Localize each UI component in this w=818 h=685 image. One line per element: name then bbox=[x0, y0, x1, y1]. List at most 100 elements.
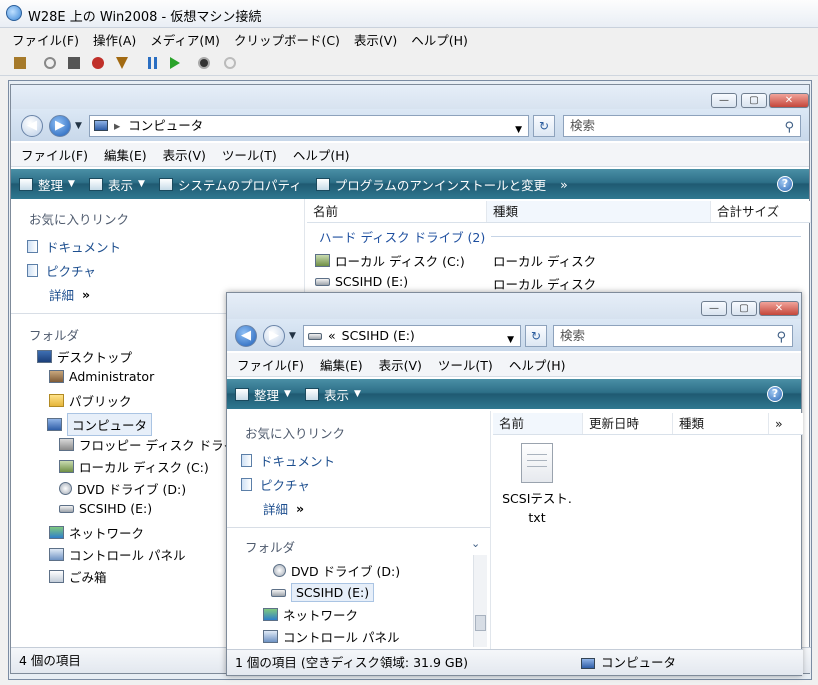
collapse-chevron-icon[interactable]: ⌄ bbox=[471, 537, 480, 550]
group-header[interactable]: ハード ディスク ドライブ (2) bbox=[319, 227, 485, 246]
column-type[interactable]: 種類 bbox=[487, 201, 711, 222]
minimize-button[interactable]: — bbox=[711, 93, 737, 108]
search-input[interactable]: 検索 ⚲ bbox=[563, 115, 801, 137]
tree-local-disk[interactable]: ローカル ディスク (C:) bbox=[59, 457, 209, 476]
menu-file[interactable]: ファイル(F) bbox=[21, 145, 88, 164]
network-icon bbox=[263, 608, 278, 621]
fav-more-link[interactable]: 詳細 » bbox=[263, 499, 304, 518]
tree-dvd[interactable]: DVD ドライブ (D:) bbox=[59, 479, 186, 498]
menu-help[interactable]: ヘルプ(H) bbox=[509, 355, 566, 374]
column-name[interactable]: 名前 bbox=[307, 201, 487, 222]
view-button[interactable]: 表示 ▼ bbox=[304, 385, 361, 404]
pause-icon[interactable] bbox=[148, 57, 157, 69]
file-item[interactable]: SCSIテスト. txt bbox=[497, 441, 577, 525]
back-button[interactable]: ◀ bbox=[21, 115, 43, 137]
scrollbar-thumb[interactable] bbox=[475, 615, 486, 631]
organize-button[interactable]: 整理 ▼ bbox=[235, 385, 291, 404]
fav-link-pictures[interactable]: ピクチャ bbox=[241, 475, 310, 494]
address-bar[interactable]: « SCSIHD (E:) ▼ bbox=[303, 325, 521, 347]
tree-network[interactable]: ネットワーク bbox=[263, 605, 358, 624]
tree-network[interactable]: ネットワーク bbox=[49, 523, 144, 542]
uninstall-programs-button[interactable]: プログラムのアンインストールと変更 bbox=[315, 175, 546, 194]
drive-row-e[interactable]: SCSIHD (E:) bbox=[315, 274, 408, 289]
tree-scrollbar[interactable] bbox=[473, 555, 487, 647]
vm-menu-help[interactable]: ヘルプ(H) bbox=[411, 30, 468, 49]
maximize-button[interactable]: ▢ bbox=[741, 93, 767, 108]
breadcrumb-chevron-icon[interactable]: ▸ bbox=[114, 118, 120, 133]
vm-menu-clipboard[interactable]: クリップボード(C) bbox=[234, 30, 340, 49]
turn-off-icon[interactable] bbox=[68, 57, 80, 69]
vm-menu-action[interactable]: 操作(A) bbox=[93, 30, 136, 49]
drive-row-c[interactable]: ローカル ディスク (C:) bbox=[315, 251, 465, 270]
tree-scsihd[interactable]: SCSIHD (E:) bbox=[59, 501, 152, 516]
maximize-button[interactable]: ▢ bbox=[731, 301, 757, 316]
tree-network-label: ネットワーク bbox=[69, 526, 145, 541]
column-name[interactable]: 名前 bbox=[493, 413, 583, 434]
tree-computer[interactable]: コンピュータ bbox=[47, 413, 153, 436]
forward-button[interactable]: ▶ bbox=[49, 115, 71, 137]
recent-pages-icon[interactable]: ▼ bbox=[75, 121, 82, 131]
search-icon[interactable]: ⚲ bbox=[776, 328, 786, 348]
menu-edit[interactable]: 編集(E) bbox=[320, 355, 363, 374]
refresh-button[interactable]: ↻ bbox=[525, 325, 547, 347]
tree-control-panel[interactable]: コントロール パネル bbox=[49, 545, 185, 564]
fav-documents-label: ドキュメント bbox=[260, 454, 336, 469]
save-icon[interactable] bbox=[116, 57, 128, 69]
vm-menu-view[interactable]: 表示(V) bbox=[354, 30, 397, 49]
fav-pictures-label: ピクチャ bbox=[260, 478, 310, 493]
tree-desktop[interactable]: デスクトップ bbox=[37, 347, 132, 366]
view-button[interactable]: 表示 ▼ bbox=[88, 175, 145, 194]
recent-pages-icon[interactable]: ▼ bbox=[289, 331, 296, 341]
fav-link-pictures[interactable]: ピクチャ bbox=[27, 261, 96, 280]
column-total-size[interactable]: 合計サイズ bbox=[711, 201, 811, 222]
ctrl-alt-del-icon[interactable] bbox=[14, 57, 26, 69]
search-icon[interactable]: ⚲ bbox=[784, 118, 794, 138]
menu-tools[interactable]: ツール(T) bbox=[222, 145, 277, 164]
help-icon[interactable]: ? bbox=[777, 176, 793, 192]
vm-menu-file[interactable]: ファイル(F) bbox=[12, 30, 79, 49]
close-button[interactable]: ✕ bbox=[769, 93, 809, 108]
menu-bar: ファイル(F) 編集(E) 表示(V) ツール(T) ヘルプ(H) bbox=[11, 143, 809, 167]
refresh-button[interactable]: ↻ bbox=[533, 115, 555, 137]
help-icon[interactable]: ? bbox=[767, 386, 783, 402]
tree-public[interactable]: パブリック bbox=[49, 391, 132, 410]
tree-scsihd[interactable]: SCSIHD (E:) bbox=[271, 583, 375, 602]
menu-view[interactable]: 表示(V) bbox=[379, 355, 422, 374]
start-icon[interactable] bbox=[44, 57, 56, 69]
search-input[interactable]: 検索 ⚲ bbox=[553, 325, 793, 347]
shutdown-icon[interactable] bbox=[92, 57, 104, 69]
menu-help[interactable]: ヘルプ(H) bbox=[293, 145, 350, 164]
organize-button[interactable]: 整理 ▼ bbox=[19, 175, 75, 194]
resume-icon[interactable] bbox=[170, 57, 180, 69]
tree-control-panel[interactable]: コントロール パネル bbox=[263, 627, 399, 646]
vm-menu-media[interactable]: メディア(M) bbox=[150, 30, 220, 49]
menu-file[interactable]: ファイル(F) bbox=[237, 355, 304, 374]
menu-tools[interactable]: ツール(T) bbox=[438, 355, 493, 374]
column-type[interactable]: 種類 bbox=[673, 413, 769, 434]
column-more[interactable]: » bbox=[769, 413, 803, 434]
tree-recycle-bin[interactable]: ごみ箱 bbox=[49, 567, 107, 586]
fav-link-documents[interactable]: ドキュメント bbox=[241, 451, 335, 470]
breadcrumb-overflow[interactable]: « bbox=[328, 328, 336, 343]
system-properties-button[interactable]: システムのプロパティ bbox=[158, 175, 302, 194]
row-name: SCSIHD (E:) bbox=[335, 274, 409, 289]
more-commands-button[interactable]: » bbox=[560, 177, 568, 192]
tree-administrator[interactable]: Administrator bbox=[49, 369, 154, 384]
address-bar[interactable]: ▸ コンピュータ ▼ bbox=[89, 115, 529, 137]
snapshot-icon[interactable] bbox=[198, 57, 210, 69]
tree-dvd[interactable]: DVD ドライブ (D:) bbox=[273, 561, 400, 580]
back-button[interactable]: ◀ bbox=[235, 325, 257, 347]
revert-icon[interactable] bbox=[224, 57, 236, 69]
address-dropdown-icon[interactable]: ▼ bbox=[507, 330, 514, 350]
address-dropdown-icon[interactable]: ▼ bbox=[515, 120, 522, 140]
tree-floppy[interactable]: フロッピー ディスク ドライ bbox=[59, 435, 236, 454]
menu-edit[interactable]: 編集(E) bbox=[104, 145, 147, 164]
fav-more-link[interactable]: 詳細 » bbox=[49, 285, 90, 304]
dvd-drive-icon bbox=[273, 564, 286, 577]
menu-view[interactable]: 表示(V) bbox=[163, 145, 206, 164]
fav-link-documents[interactable]: ドキュメント bbox=[27, 237, 121, 256]
column-modified[interactable]: 更新日時 bbox=[583, 413, 673, 434]
close-button[interactable]: ✕ bbox=[759, 301, 799, 316]
forward-button[interactable]: ▶ bbox=[263, 325, 285, 347]
minimize-button[interactable]: — bbox=[701, 301, 727, 316]
